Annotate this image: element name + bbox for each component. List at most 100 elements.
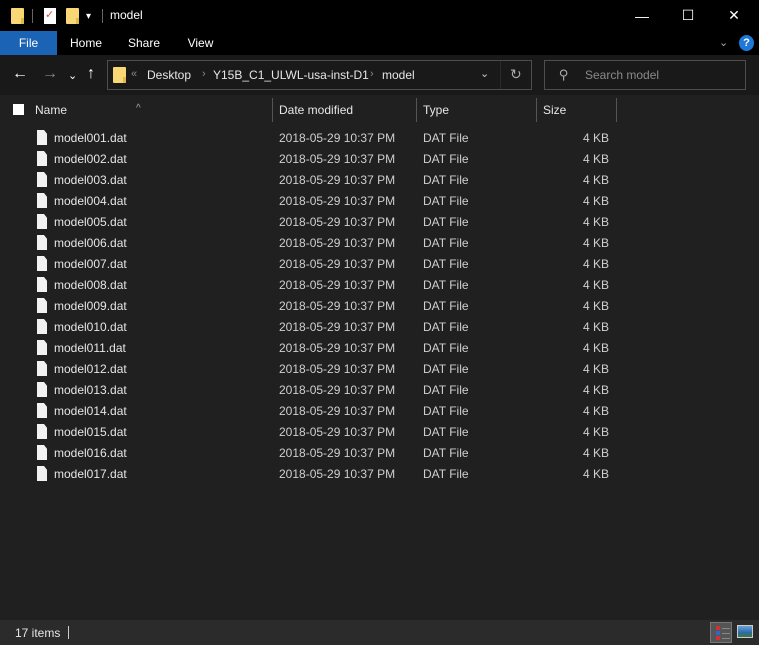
column-divider[interactable]: [272, 98, 273, 122]
column-divider[interactable]: [536, 98, 537, 122]
navigation-bar: ← → ⌄ ↑ « Desktop › Y15B_C1_ULWL-usa-ins…: [0, 55, 759, 95]
file-icon: [37, 298, 47, 313]
refresh-icon[interactable]: ↻: [510, 66, 522, 83]
file-size: 4 KB: [582, 278, 609, 292]
breadcrumb-current[interactable]: model: [382, 68, 415, 82]
file-date: 2018-05-29 10:37 PM: [279, 362, 396, 376]
file-row[interactable]: model009.dat 2018-05-29 10:37 PM DAT File 4…: [0, 296, 759, 317]
expand-ribbon-icon[interactable]: ⌄: [719, 36, 728, 49]
breadcrumb-separator[interactable]: ›: [370, 68, 374, 80]
file-size: 4 KB: [582, 362, 609, 376]
file-icon: [37, 445, 47, 460]
forward-button[interactable]: →: [42, 65, 58, 83]
ribbon: File Home Share View ⌄ ?: [0, 31, 759, 55]
file-date: 2018-05-29 10:37 PM: [279, 152, 396, 166]
back-button[interactable]: ←: [12, 65, 28, 83]
column-header-type[interactable]: Type: [423, 103, 449, 117]
file-row[interactable]: model003.dat 2018-05-29 10:37 PM DAT File 4…: [0, 170, 759, 191]
file-row[interactable]: model008.dat 2018-05-29 10:37 PM DAT File 4…: [0, 275, 759, 296]
column-header-name[interactable]: Name: [35, 103, 67, 117]
file-row[interactable]: model010.dat 2018-05-29 10:37 PM DAT File 4…: [0, 317, 759, 338]
file-name: model008.dat: [54, 278, 127, 292]
file-icon: [37, 361, 47, 376]
file-row[interactable]: model006.dat 2018-05-29 10:37 PM DAT File 4…: [0, 233, 759, 254]
customize-dropdown-icon[interactable]: ▾: [86, 11, 91, 22]
file-row[interactable]: model016.dat 2018-05-29 10:37 PM DAT File 4…: [0, 443, 759, 464]
large-icons-view-button[interactable]: [737, 625, 753, 638]
file-date: 2018-05-29 10:37 PM: [279, 446, 396, 460]
column-header-date[interactable]: Date modified: [279, 103, 353, 117]
breadcrumb-overflow[interactable]: «: [131, 68, 137, 80]
file-row[interactable]: model013.dat 2018-05-29 10:37 PM DAT File 4…: [0, 380, 759, 401]
tab-view[interactable]: View: [173, 31, 228, 55]
file-date: 2018-05-29 10:37 PM: [279, 278, 396, 292]
column-divider[interactable]: [616, 98, 617, 122]
file-size: 4 KB: [582, 215, 609, 229]
breadcrumb-desktop[interactable]: Desktop: [147, 68, 191, 82]
file-icon: [37, 193, 47, 208]
file-name: model016.dat: [54, 446, 127, 460]
search-icon: ⚲: [559, 67, 569, 82]
file-size: 4 KB: [582, 173, 609, 187]
breadcrumb-folder[interactable]: Y15B_C1_ULWL-usa-inst-D1: [213, 68, 369, 82]
file-row[interactable]: model011.dat 2018-05-29 10:37 PM DAT File 4…: [0, 338, 759, 359]
file-row[interactable]: model007.dat 2018-05-29 10:37 PM DAT File 4…: [0, 254, 759, 275]
file-type: DAT File: [423, 131, 469, 145]
close-button[interactable]: ✕: [711, 0, 757, 31]
properties-icon[interactable]: [44, 8, 56, 24]
maximize-button[interactable]: ☐: [665, 0, 711, 31]
file-size: 4 KB: [582, 257, 609, 271]
file-size: 4 KB: [582, 131, 609, 145]
up-button[interactable]: ↑: [87, 65, 95, 83]
minimize-button[interactable]: —: [619, 0, 665, 31]
file-row[interactable]: model014.dat 2018-05-29 10:37 PM DAT File 4…: [0, 401, 759, 422]
search-box[interactable]: ⚲ Search model: [544, 60, 746, 90]
file-name: model010.dat: [54, 320, 127, 334]
file-row[interactable]: model017.dat 2018-05-29 10:37 PM DAT File 4…: [0, 464, 759, 485]
tab-home[interactable]: Home: [57, 31, 115, 55]
address-bar[interactable]: « Desktop › Y15B_C1_ULWL-usa-inst-D1 › m…: [107, 60, 532, 90]
file-size: 4 KB: [582, 152, 609, 166]
file-icon: [37, 172, 47, 187]
search-input[interactable]: Search model: [585, 68, 659, 82]
file-icon: [37, 340, 47, 355]
file-date: 2018-05-29 10:37 PM: [279, 131, 396, 145]
tab-file[interactable]: File: [0, 31, 57, 55]
select-all-checkbox[interactable]: [13, 104, 24, 115]
recent-locations-dropdown[interactable]: ⌄: [68, 67, 77, 85]
file-row[interactable]: model015.dat 2018-05-29 10:37 PM DAT File 4…: [0, 422, 759, 443]
tab-share[interactable]: Share: [115, 31, 173, 55]
file-type: DAT File: [423, 320, 469, 334]
file-icon: [37, 382, 47, 397]
breadcrumb-separator[interactable]: ›: [202, 68, 206, 80]
file-icon: [37, 256, 47, 271]
window-title: model: [110, 8, 143, 22]
file-name: model014.dat: [54, 404, 127, 418]
file-row[interactable]: model002.dat 2018-05-29 10:37 PM DAT File 4…: [0, 149, 759, 170]
details-view-button[interactable]: [710, 622, 732, 643]
file-type: DAT File: [423, 257, 469, 271]
file-icon: [37, 277, 47, 292]
file-row[interactable]: model012.dat 2018-05-29 10:37 PM DAT File 4…: [0, 359, 759, 380]
file-name: model009.dat: [54, 299, 127, 313]
column-divider[interactable]: [416, 98, 417, 122]
file-date: 2018-05-29 10:37 PM: [279, 383, 396, 397]
column-header-size[interactable]: Size: [543, 103, 566, 117]
file-name: model005.dat: [54, 215, 127, 229]
file-row[interactable]: model005.dat 2018-05-29 10:37 PM DAT File 4…: [0, 212, 759, 233]
file-size: 4 KB: [582, 446, 609, 460]
file-type: DAT File: [423, 194, 469, 208]
status-bar: 17 items: [0, 620, 759, 645]
file-icon: [37, 403, 47, 418]
file-name: model011.dat: [54, 341, 126, 355]
file-name: model007.dat: [54, 257, 127, 271]
file-type: DAT File: [423, 341, 469, 355]
file-name: model004.dat: [54, 194, 127, 208]
address-dropdown-icon[interactable]: ⌄: [480, 67, 489, 80]
new-folder-icon[interactable]: [66, 8, 79, 24]
file-size: 4 KB: [582, 383, 609, 397]
file-row[interactable]: model004.dat 2018-05-29 10:37 PM DAT File 4…: [0, 191, 759, 212]
file-date: 2018-05-29 10:37 PM: [279, 341, 396, 355]
help-icon[interactable]: ?: [739, 35, 754, 51]
file-row[interactable]: model001.dat 2018-05-29 10:37 PM DAT File 4…: [0, 128, 759, 149]
